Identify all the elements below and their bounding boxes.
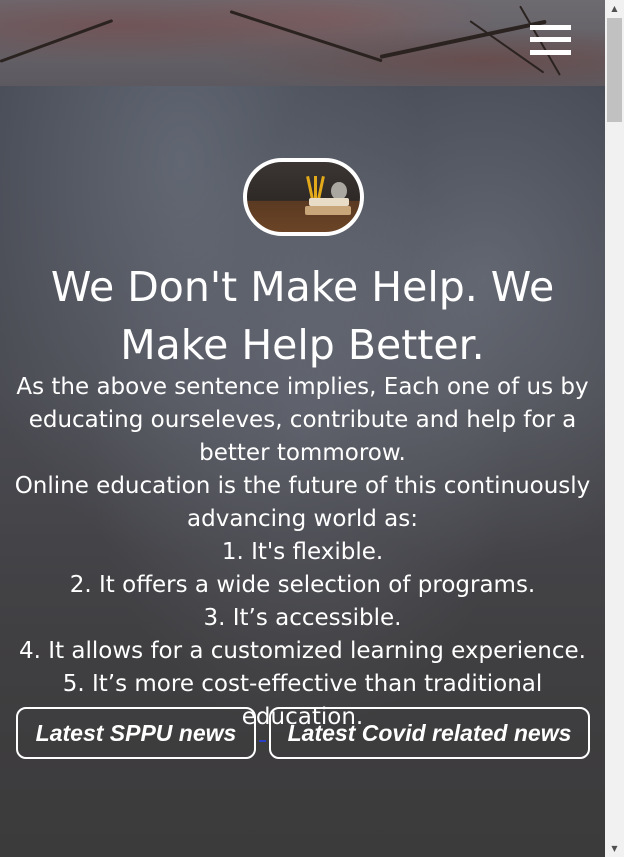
benefit-item: 2. It offers a wide selection of program… xyxy=(69,572,536,598)
link-underline[interactable] xyxy=(259,740,266,742)
hamburger-menu-icon[interactable] xyxy=(530,25,571,55)
benefit-item: 4. It allows for a customized learning e… xyxy=(19,638,586,664)
online-education-intro: Online education is the future of this c… xyxy=(14,473,591,532)
scrollbar-thumb[interactable] xyxy=(607,18,622,122)
hero-description: As the above sentence implies, Each one … xyxy=(0,371,605,734)
benefit-item: 1. It's flexible. xyxy=(221,539,384,565)
scroll-down-arrow-icon[interactable]: ▼ xyxy=(605,840,624,857)
latest-covid-news-button[interactable]: Latest Covid related news xyxy=(269,707,590,759)
books-logo-icon[interactable] xyxy=(243,158,364,236)
benefit-item: 3. It’s accessible. xyxy=(203,605,402,631)
latest-sppu-news-button[interactable]: Latest SPPU news xyxy=(16,707,256,759)
vertical-scrollbar[interactable]: ▲ ▼ xyxy=(605,0,624,857)
intro-paragraph: As the above sentence implies, Each one … xyxy=(16,374,589,466)
scroll-up-arrow-icon[interactable]: ▲ xyxy=(605,0,624,17)
hero-headline: We Don't Make Help. We Make Help Better. xyxy=(50,263,555,369)
header-background-image xyxy=(0,0,605,86)
